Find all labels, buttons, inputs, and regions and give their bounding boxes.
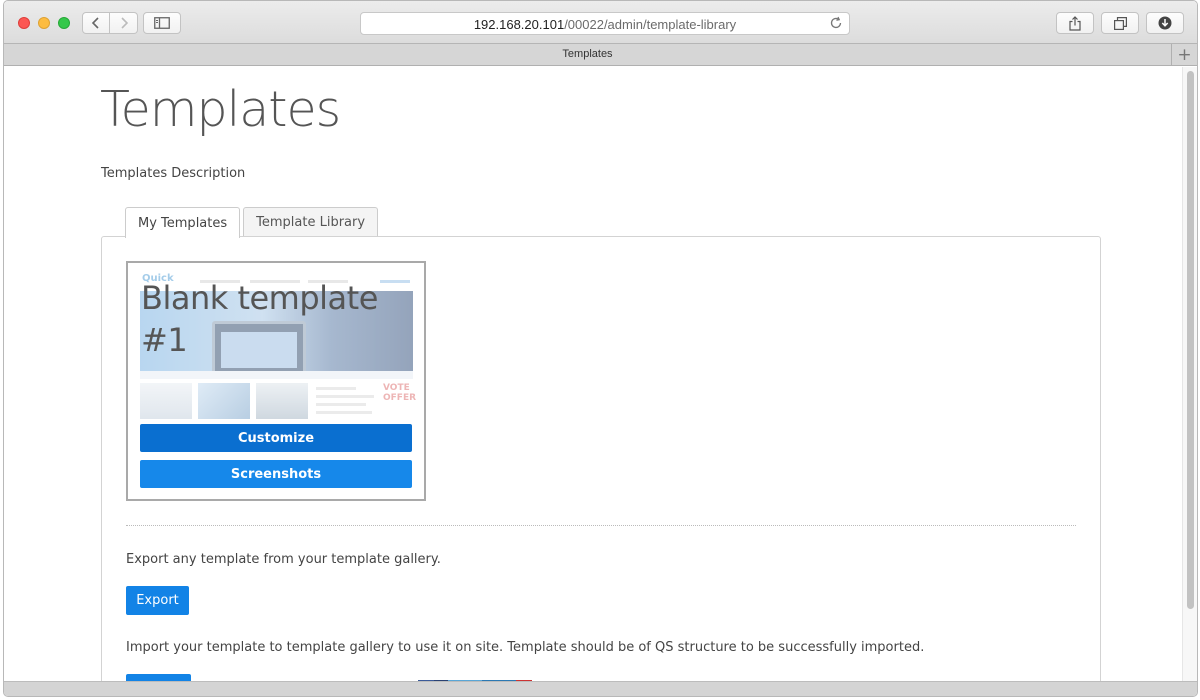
back-button[interactable] [82,12,110,34]
sidebar-toggle-button[interactable] [143,12,181,34]
section-divider [126,525,1076,526]
browser-tab-title[interactable]: Templates [4,48,1171,60]
address-bar[interactable]: 192.168.20.101/00022/admin/template-libr… [360,12,850,35]
screenshots-button[interactable]: Screenshots [140,460,412,488]
chevron-right-icon [120,17,128,29]
export-description: Export any template from your template g… [126,552,441,567]
scrollbar-thumb[interactable] [1187,71,1194,609]
share-button[interactable] [1056,12,1094,34]
preview-thumbnail [256,383,308,419]
template-title: Blank template #1 [141,279,378,359]
preview-text-line [316,403,366,406]
preview-text-line [316,387,356,390]
preview-text-line [316,411,372,414]
share-icon [1069,15,1081,31]
chevron-left-icon [91,17,99,29]
tabs-overview-icon [1113,16,1127,30]
page-description: Templates Description [101,166,246,181]
preview-badge: VOTE OFFER [383,383,417,403]
reload-icon[interactable] [829,16,843,30]
sidebar-icon [154,17,170,29]
url-host: 192.168.20.101 [473,17,565,32]
close-window-button[interactable] [18,17,30,29]
browser-window: 192.168.20.101/00022/admin/template-libr… [3,0,1198,697]
tab-template-library[interactable]: Template Library [243,207,379,237]
template-card: Quick VOTE OFFER Blank template #1 Custo… [126,261,426,501]
preview-band [140,371,413,379]
browser-tab-strip: Templates + [4,44,1197,66]
preview-text-line [316,395,374,398]
page-content: Templates Templates Description My Templ… [4,67,1183,683]
new-tab-button[interactable]: + [1171,44,1197,66]
browser-toolbar: 192.168.20.101/00022/admin/template-libr… [4,1,1197,44]
downloads-button[interactable] [1146,12,1184,34]
page-title: Templates [100,81,341,138]
download-icon [1158,16,1172,30]
preview-thumbnail [198,383,250,419]
url-text: 192.168.20.101/00022/admin/template-libr… [361,17,849,32]
tab-panel: Quick VOTE OFFER Blank template #1 Custo… [101,236,1101,683]
vertical-scrollbar[interactable] [1182,67,1197,683]
export-button[interactable]: Export [126,586,189,615]
url-path: /00022/admin/template-library [564,17,737,32]
tab-my-templates[interactable]: My Templates [125,207,241,238]
navigation-buttons [82,12,138,34]
preview-thumbnail [140,383,192,419]
template-tabs: My Templates Template Library [125,207,381,238]
show-tabs-button[interactable] [1101,12,1139,34]
minimize-window-button[interactable] [38,17,50,29]
window-bottom-edge [4,681,1197,696]
import-description: Import your template to template gallery… [126,640,925,655]
forward-button[interactable] [110,12,138,34]
customize-button[interactable]: Customize [140,424,412,452]
zoom-window-button[interactable] [58,17,70,29]
